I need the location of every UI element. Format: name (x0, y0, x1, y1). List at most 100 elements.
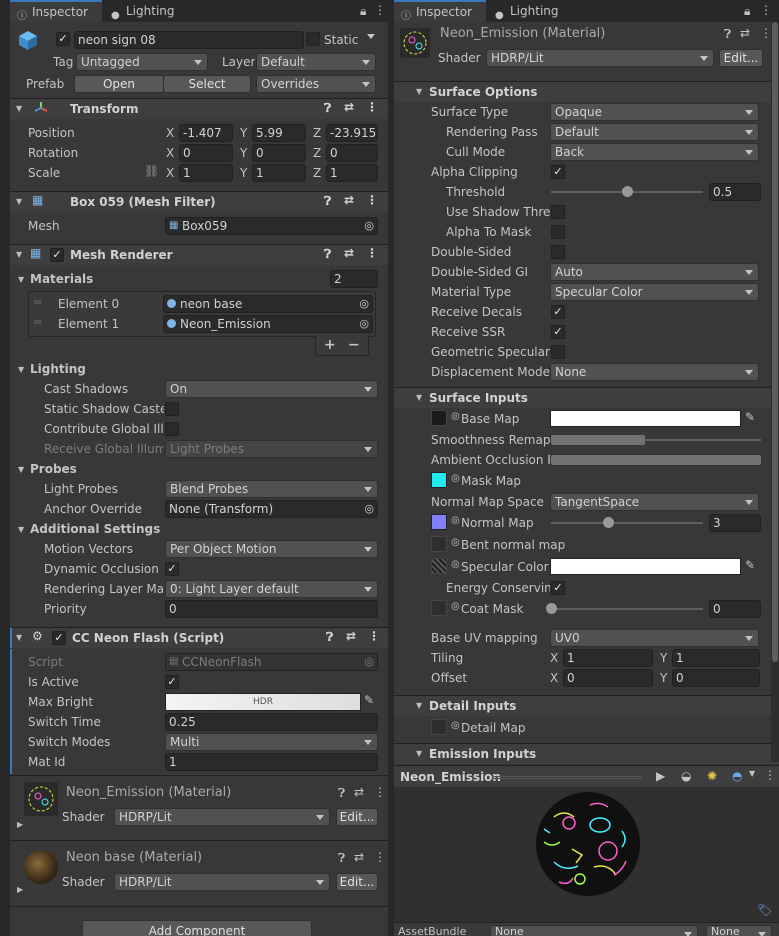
rotation-x-field[interactable]: 0 (179, 144, 233, 162)
static-dropdown-icon[interactable] (367, 34, 375, 39)
motion-vectors-dropdown[interactable]: Per Object Motion (165, 540, 378, 558)
context-menu-icon[interactable]: ⋮ (366, 246, 378, 260)
static-shadow-caster-checkbox[interactable] (165, 402, 179, 416)
light-probes-dropdown[interactable]: Blend Probes (165, 480, 378, 498)
normal-map-texture-slot[interactable] (431, 514, 447, 530)
object-picker-icon[interactable]: ◎ (364, 501, 374, 517)
context-menu-icon[interactable]: ⋮ (366, 193, 378, 207)
help-icon[interactable]: ❓︎ (326, 630, 333, 645)
energy-conserving-checkbox[interactable]: ✓ (551, 581, 565, 595)
shadow-threshold-checkbox[interactable] (551, 205, 565, 219)
base-color-field[interactable] (550, 410, 741, 427)
anchor-override-field[interactable]: None (Transform) ◎ (165, 500, 378, 518)
drag-handle-icon[interactable]: ═ (34, 295, 41, 309)
menu-dots-icon[interactable]: ⋮ (760, 3, 772, 17)
material-1-foldout-icon[interactable]: ▶ (17, 820, 23, 829)
help-icon[interactable]: ❓︎ (338, 851, 345, 866)
mesh-filter-header[interactable]: ▼ ▦ Box 059 (Mesh Filter) ❓︎ ⇄ ⋮ (10, 191, 388, 212)
tab-inspector[interactable]: ⓘ Inspector (10, 0, 102, 22)
preset-icon[interactable]: ⇄ (344, 246, 354, 260)
transform-header[interactable]: ▼ Transform ❓︎ ⇄ ⋮ (10, 98, 388, 119)
detail-inputs-header[interactable]: ▼ Detail Inputs (394, 695, 779, 716)
preset-icon[interactable]: ⇄ (346, 629, 356, 643)
surface-inputs-header[interactable]: ▼ Surface Inputs (394, 387, 779, 408)
add-component-button[interactable]: Add Component (82, 920, 312, 936)
alpha-clipping-checkbox[interactable]: ✓ (551, 165, 565, 179)
preview-dropdown-icon[interactable]: ▼ (749, 769, 755, 778)
preset-icon[interactable]: ⇄ (354, 850, 364, 864)
surface-options-header[interactable]: ▼ Surface Options (394, 81, 779, 102)
coat-mask-track[interactable] (551, 608, 703, 610)
mesh-renderer-enabled-checkbox[interactable]: ✓ (50, 248, 64, 262)
switch-modes-dropdown[interactable]: Multi (165, 733, 378, 751)
object-picker-icon[interactable]: ◎ (451, 515, 460, 526)
script-header[interactable]: ▼ ⚙ ✓ CC Neon Flash (Script) ❓︎ ⇄ ⋮ (10, 627, 388, 648)
menu-dots-icon[interactable]: ⋮ (374, 3, 386, 17)
sphere-shape-icon[interactable]: ◒ (681, 769, 691, 783)
specular-color-texture-slot[interactable] (431, 558, 447, 574)
object-picker-icon[interactable]: ◎ (451, 720, 460, 731)
emission-inputs-header[interactable]: ▼ Emission Inputs (394, 743, 779, 764)
material-2-edit-button[interactable]: Edit... (336, 873, 378, 891)
context-menu-icon[interactable]: ⋮ (374, 785, 386, 799)
coat-mask-texture-slot[interactable] (431, 600, 447, 616)
remove-element-button[interactable]: − (348, 337, 360, 353)
normal-strength-field[interactable]: 3 (709, 514, 761, 532)
play-icon[interactable]: ▶ (656, 769, 665, 783)
rotation-y-field[interactable]: 0 (252, 144, 306, 162)
scrollbar[interactable] (771, 22, 779, 762)
assetbundle-dropdown[interactable]: None (490, 925, 698, 936)
drag-handle-icon[interactable]: ═ (34, 315, 41, 329)
ao-range-slider[interactable] (551, 455, 761, 465)
lock-icon[interactable]: 🔒︎ (744, 4, 750, 19)
normal-strength-track[interactable] (551, 522, 703, 524)
lock-icon[interactable]: 🔒︎ (360, 4, 366, 19)
material-1-shader-dropdown[interactable]: HDRP/Lit (114, 808, 330, 826)
preset-icon[interactable]: ⇄ (740, 26, 750, 40)
mesh-object-field[interactable]: ▦ Box059 ◎ (165, 217, 378, 235)
add-element-button[interactable]: + (324, 337, 336, 353)
shader-dropdown[interactable]: HDRP/Lit (486, 49, 714, 67)
asset-label-icon[interactable]: 🏷︎ (757, 903, 772, 917)
preset-icon[interactable]: ⇄ (344, 193, 354, 207)
receive-ssr-checkbox[interactable]: ✓ (551, 325, 565, 339)
rotation-z-field[interactable]: 0 (326, 144, 378, 162)
materials-foldout-icon[interactable]: ▼ (18, 275, 24, 284)
position-y-field[interactable]: 5.99 (252, 124, 306, 142)
receive-decals-checkbox[interactable]: ✓ (551, 305, 565, 319)
layer-dropdown[interactable]: Default (256, 53, 376, 71)
object-picker-icon[interactable]: ◎ (364, 218, 374, 234)
eyedropper-icon[interactable]: ✎ (745, 558, 755, 572)
object-picker-icon[interactable]: ◎ (359, 316, 369, 332)
preset-icon[interactable]: ⇄ (354, 785, 364, 799)
static-checkbox[interactable] (306, 32, 320, 46)
dynamic-occlusion-checkbox[interactable]: ✓ (165, 562, 179, 576)
geometric-specular-checkbox[interactable] (551, 345, 565, 359)
context-menu-icon[interactable]: ⋮ (374, 850, 386, 864)
tab-lighting[interactable]: ● Lighting (488, 0, 578, 22)
material-2-foldout-icon[interactable]: ▶ (17, 885, 23, 894)
threshold-slider-knob[interactable] (622, 186, 633, 197)
object-picker-icon[interactable]: ◎ (451, 473, 460, 484)
base-map-texture-slot[interactable] (431, 410, 447, 426)
scrollbar-thumb[interactable] (772, 22, 778, 662)
material-2-shader-dropdown[interactable]: HDRP/Lit (114, 873, 330, 891)
preview-header[interactable]: Neon_Emission ▶ ◒ ✺ ◓ ▼ ⋮ (394, 765, 779, 787)
context-menu-icon[interactable]: ⋮ (366, 100, 378, 114)
displacement-mode-dropdown[interactable]: None (550, 363, 759, 381)
tiling-x-field[interactable]: 1 (563, 649, 653, 667)
tiling-y-field[interactable]: 1 (672, 649, 760, 667)
priority-field[interactable]: 0 (165, 600, 378, 618)
object-picker-icon[interactable]: ◎ (451, 559, 460, 570)
is-active-checkbox[interactable]: ✓ (165, 675, 179, 689)
double-sided-checkbox[interactable] (551, 245, 565, 259)
mask-map-texture-slot[interactable] (431, 472, 447, 488)
mesh-renderer-header[interactable]: ▼ ▦ ✓ Mesh Renderer ❓︎ ⇄ ⋮ (10, 244, 388, 265)
scale-x-field[interactable]: 1 (179, 164, 233, 182)
preset-icon[interactable]: ⇄ (344, 100, 354, 114)
contribute-gi-checkbox[interactable] (165, 422, 179, 436)
script-enabled-checkbox[interactable]: ✓ (52, 631, 66, 645)
rendering-pass-dropdown[interactable]: Default (550, 123, 759, 141)
object-name-field[interactable]: neon sign 08 (74, 31, 304, 49)
help-icon[interactable]: ❓︎ (338, 786, 345, 801)
